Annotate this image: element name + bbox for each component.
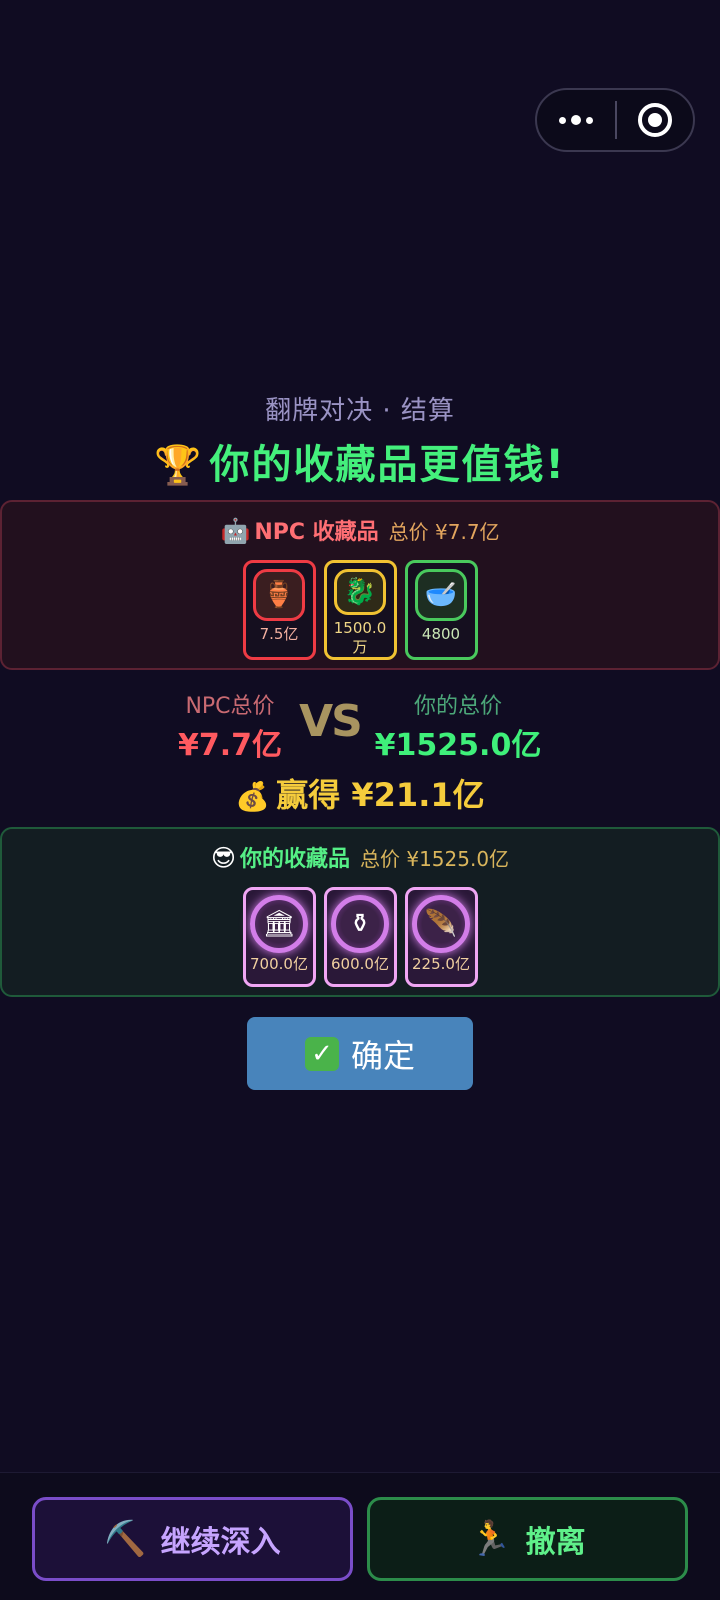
npc-card-3-value: 4800	[421, 625, 461, 643]
npc-card-2-value: 1500.0万	[333, 619, 387, 656]
your-panel-title: 你的收藏品	[239, 847, 350, 872]
npc-card-list: 🏺 7.5亿 🐉 1500.0万 🥣 4800	[2, 560, 718, 660]
continue-deeper-button[interactable]: ⛏️ 继续深入	[32, 1497, 353, 1581]
your-card-1-value: 700.0亿	[250, 955, 308, 973]
winnings: 💰 赢得 ¥21.1亿	[0, 770, 720, 816]
npc-card-2[interactable]: 🐉 1500.0万	[323, 560, 397, 660]
running-person-icon: 🏃	[469, 1519, 512, 1559]
your-total-value: ¥1525.0亿	[374, 728, 542, 763]
evacuate-button[interactable]: 🏃 撤离	[367, 1497, 688, 1581]
npc-card-3[interactable]: 🥣 4800	[404, 560, 478, 660]
your-total-label: 你的总价	[413, 694, 502, 719]
pickaxe-icon: ⛏️	[104, 1519, 147, 1559]
jade-beast-icon: 🐉	[334, 569, 386, 615]
your-card-1[interactable]: 🏛 700.0亿	[242, 887, 316, 987]
continue-deeper-label: 继续深入	[160, 1525, 281, 1560]
npc-panel-total: 总价 ¥7.7亿	[388, 520, 500, 544]
your-panel-header: 😎 你的收藏品 总价 ¥1525.0亿	[2, 841, 718, 873]
confirm-button[interactable]: ✓ 确定	[247, 1017, 473, 1090]
your-collection-panel: 😎 你的收藏品 总价 ¥1525.0亿 🏛 700.0亿 ⚱ 600.0亿 🪶 22…	[0, 827, 720, 997]
npc-collection-panel: 🤖 NPC 收藏品 总价 ¥7.7亿 🏺 7.5亿 🐉 1500.0万 🥣 4800	[0, 500, 720, 670]
target-circle-icon[interactable]	[617, 90, 693, 150]
check-mark-icon: ✓	[304, 1036, 339, 1071]
bronze-vessel-icon: 🏺	[253, 569, 305, 621]
phoenix-feather-icon: 🪶	[412, 895, 470, 953]
mini-program-capsule	[535, 88, 695, 152]
more-dots-icon[interactable]	[537, 90, 615, 150]
headline-text: 你的收藏品更值钱!	[209, 442, 566, 488]
crystal-statue-icon: ⚱	[331, 895, 389, 953]
your-card-2[interactable]: ⚱ 600.0亿	[323, 887, 397, 987]
robot-icon: 🤖	[220, 517, 251, 545]
npc-card-1-value: 7.5亿	[259, 625, 299, 643]
bottom-action-bar: ⛏️ 继续深入 🏃 撤离	[0, 1472, 720, 1600]
npc-card-1[interactable]: 🏺 7.5亿	[242, 560, 316, 660]
npc-panel-title: NPC 收藏品	[254, 520, 379, 545]
sunglasses-face-icon: 😎	[210, 844, 236, 872]
porcelain-bowl-icon: 🥣	[415, 569, 467, 621]
your-card-list: 🏛 700.0亿 ⚱ 600.0亿 🪶 225.0亿	[2, 887, 718, 987]
result-headline: 🏆 你的收藏品更值钱!	[0, 432, 720, 490]
your-card-3-value: 225.0亿	[412, 955, 470, 973]
evacuate-label: 撤离	[525, 1525, 586, 1560]
npc-panel-header: 🤖 NPC 收藏品 总价 ¥7.7亿	[2, 514, 718, 546]
your-panel-total: 总价 ¥1525.0亿	[359, 847, 510, 871]
result-subtitle: 翻牌对决 · 结算	[265, 396, 455, 426]
your-card-3[interactable]: 🪶 225.0亿	[404, 887, 478, 987]
confirm-label: 确定	[350, 1036, 415, 1075]
winnings-text: 赢得 ¥21.1亿	[276, 776, 485, 814]
your-card-2-value: 600.0亿	[331, 955, 389, 973]
trophy-icon: 🏆	[154, 443, 204, 487]
golden-arch-icon: 🏛	[250, 895, 308, 953]
money-bag-icon: 💰	[235, 780, 271, 813]
